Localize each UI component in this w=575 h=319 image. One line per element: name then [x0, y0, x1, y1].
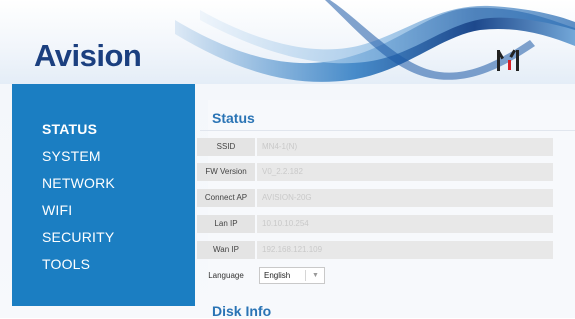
status-row-fw-version: FW Version V0_2.2.182 [190, 163, 575, 181]
language-select[interactable]: English ▼ [259, 267, 325, 284]
status-section-title: Status [212, 110, 255, 126]
status-divider [200, 130, 575, 131]
sidebar-item-security[interactable]: SECURITY [42, 229, 114, 245]
sidebar-item-system[interactable]: SYSTEM [42, 148, 101, 164]
sidebar-item-tools[interactable]: TOOLS [42, 256, 90, 272]
status-row-connect-ap: Connect AP AVISION-20G [190, 189, 575, 207]
status-row-lan-ip: Lan IP 10.10.10.254 [190, 215, 575, 233]
brand-mark-icon [497, 49, 519, 72]
avision-logo: Avision [34, 38, 142, 73]
lan-ip-label: Lan IP [197, 215, 255, 233]
ssid-value: MN4-1(N) [257, 138, 553, 156]
sidebar-item-network[interactable]: NETWORK [42, 175, 115, 191]
select-separator [305, 270, 306, 281]
sidebar: STATUS SYSTEM NETWORK WIFI SECURITY TOOL… [12, 84, 195, 306]
ssid-label: SSID [197, 138, 255, 156]
header: Avision [0, 0, 575, 84]
fw-version-label: FW Version [197, 163, 255, 181]
language-label: Language [208, 271, 244, 280]
status-row-wan-ip: Wan IP 192.168.121.109 [190, 241, 575, 259]
wan-ip-label: Wan IP [197, 241, 255, 259]
status-panel [208, 100, 575, 318]
wan-ip-value: 192.168.121.109 [257, 241, 553, 259]
status-row-ssid: SSID MN4-1(N) [190, 138, 575, 156]
language-selected-value: English [264, 271, 291, 280]
connect-ap-value: AVISION-20G [257, 189, 553, 207]
fw-version-value: V0_2.2.182 [257, 163, 553, 181]
connect-ap-label: Connect AP [197, 189, 255, 207]
lan-ip-value: 10.10.10.254 [257, 215, 553, 233]
chevron-down-icon: ▼ [312, 272, 319, 279]
disk-info-section-title: Disk Info [212, 303, 272, 319]
sidebar-item-status[interactable]: STATUS [42, 121, 97, 137]
sidebar-item-wifi[interactable]: WIFI [42, 202, 72, 218]
